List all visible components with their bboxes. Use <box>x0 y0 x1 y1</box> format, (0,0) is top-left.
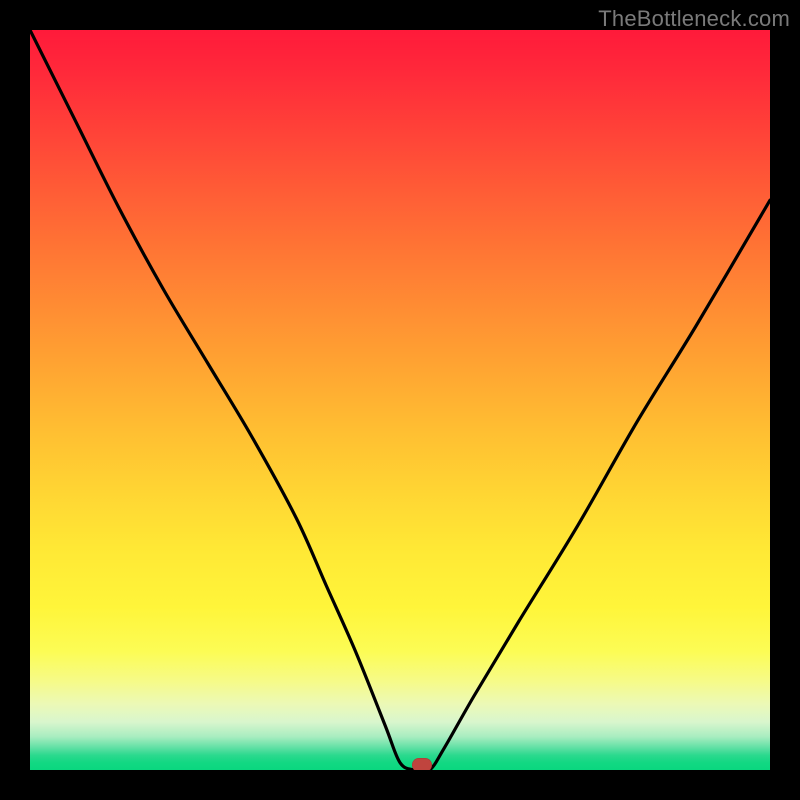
bottleneck-curve <box>30 30 770 770</box>
watermark-label: TheBottleneck.com <box>598 6 790 32</box>
plot-area <box>30 30 770 770</box>
chart-frame: TheBottleneck.com <box>0 0 800 800</box>
min-marker <box>412 758 432 770</box>
